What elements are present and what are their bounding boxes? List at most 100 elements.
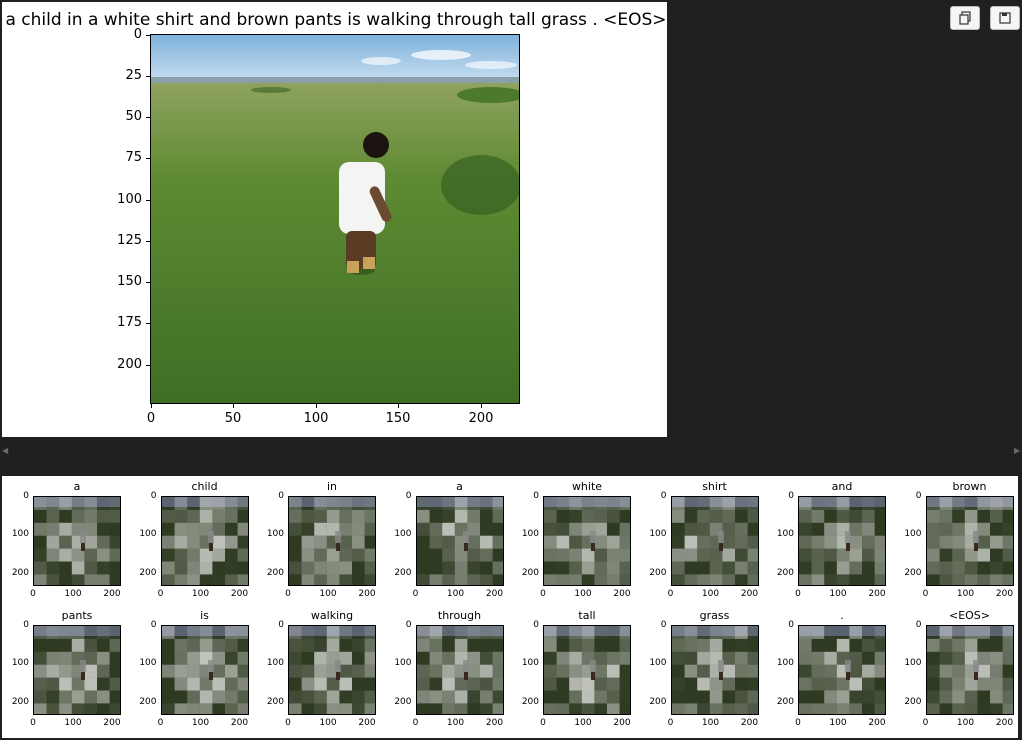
x-tick-label: 0 [157, 718, 164, 728]
x-tick-label: 150 [385, 411, 411, 426]
attention-cell: pants 0 100 200 0 100 200 [2, 609, 129, 734]
attention-cell: and 0 100 200 0 100 200 [767, 480, 894, 605]
x-tick-label: 200 [358, 718, 376, 728]
attention-heatmap-image [544, 626, 630, 714]
y-tick-label: 0 [405, 620, 412, 630]
attention-heatmap-image [416, 626, 503, 714]
attention-map [33, 496, 121, 586]
attention-map [415, 496, 504, 586]
x-tick-label: 0 [30, 718, 36, 728]
y-tick-label: 200 [394, 697, 412, 707]
y-tick-label: 200 [776, 568, 794, 578]
scroll-left-icon[interactable]: ◀ [2, 446, 8, 455]
x-tick-label: 100 [319, 589, 337, 599]
attention-map [798, 496, 886, 586]
y-tick-label: 50 [125, 109, 142, 124]
attention-heatmap-image [671, 497, 758, 585]
y-tick-label: 100 [394, 658, 412, 668]
y-tick-label: 100 [521, 658, 539, 668]
attention-word-label: child [191, 480, 218, 493]
x-tick-label: 200 [995, 589, 1014, 599]
x-tick-label: 200 [103, 589, 121, 599]
x-tick-label: 100 [829, 718, 847, 728]
x-tick-label: 100 [303, 411, 329, 426]
attention-cell: . 0 100 200 0 100 200 [767, 609, 894, 734]
attention-cell: shirt 0 100 200 0 100 200 [640, 480, 767, 605]
attention-heatmap-image [34, 497, 120, 585]
x-tick-label: 0 [667, 589, 674, 599]
attention-word-label: white [571, 480, 603, 493]
x-tick-label: 0 [922, 589, 929, 599]
y-tick-label: 100 [139, 658, 157, 668]
attention-heatmap-image [544, 497, 630, 585]
y-tick-label: 200 [139, 568, 157, 578]
attention-cell: walking 0 100 200 0 100 200 [257, 609, 384, 734]
copy-button[interactable] [950, 6, 980, 30]
attention-map [798, 625, 886, 715]
attention-map [160, 496, 249, 586]
attention-cell: grass 0 100 200 0 100 200 [640, 609, 767, 734]
x-tick-label: 100 [956, 589, 975, 599]
y-tick-label: 100 [139, 529, 157, 539]
x-tick-label: 100 [191, 589, 210, 599]
y-tick-label: 0 [533, 491, 539, 501]
attention-heatmap-image [926, 626, 1013, 714]
scroll-right-icon[interactable]: ▶ [1014, 446, 1020, 455]
y-tick-label: 25 [125, 68, 142, 83]
x-tick-label: 0 [285, 718, 291, 728]
x-tick-label: 200 [613, 589, 631, 599]
y-tick-label: 125 [117, 233, 142, 248]
x-tick-label: 0 [922, 718, 929, 728]
x-tick-label: 0 [540, 718, 546, 728]
x-tick-label: 0 [30, 589, 36, 599]
attention-map [33, 625, 121, 715]
attention-map [925, 496, 1014, 586]
attention-word-label: brown [952, 480, 987, 493]
attention-word-label: and [831, 480, 853, 493]
y-tick-label: 200 [117, 357, 142, 372]
x-tick-label: 200 [740, 718, 759, 728]
y-tick-label: 0 [660, 620, 667, 630]
x-tick-label: 0 [146, 411, 156, 426]
y-tick-label: 0 [23, 620, 29, 630]
y-tick-label: 0 [278, 620, 284, 630]
y-tick-label: 100 [11, 658, 29, 668]
attention-cell: a 0 100 200 0 100 200 [385, 480, 512, 605]
y-tick-label: 200 [266, 697, 284, 707]
attention-heatmap-image [671, 626, 758, 714]
x-tick-label: 200 [230, 718, 249, 728]
y-tick-label: 75 [125, 150, 142, 165]
attention-word-label: in [326, 480, 338, 493]
y-tick-label: 100 [904, 658, 922, 668]
save-button[interactable] [990, 6, 1020, 30]
y-tick-label: 150 [117, 274, 142, 289]
y-tick-label: 0 [278, 491, 284, 501]
attention-heatmap-image [926, 497, 1013, 585]
y-tick-label: 200 [266, 568, 284, 578]
x-tick-label: 200 [103, 718, 121, 728]
y-tick-label: 200 [11, 697, 29, 707]
attention-word-label: . [840, 609, 844, 622]
y-tick-label: 175 [117, 315, 142, 330]
y-tick-label: 0 [150, 491, 157, 501]
attention-map [543, 625, 631, 715]
x-tick-label: 200 [358, 589, 376, 599]
y-tick-label: 200 [394, 568, 412, 578]
attention-heatmap-image [161, 497, 248, 585]
attention-word-label: <EOS> [948, 609, 991, 622]
attention-heatmap-image [799, 626, 885, 714]
attention-word-label: through [437, 609, 482, 622]
x-tick-label: 100 [64, 589, 82, 599]
main-figure-panel: a child in a white shirt and brown pants… [2, 2, 667, 437]
attention-map [415, 625, 504, 715]
x-tick-label: 0 [795, 718, 801, 728]
y-tick-label: 0 [660, 491, 667, 501]
attention-map [288, 625, 376, 715]
attention-cell: white 0 100 200 0 100 200 [512, 480, 639, 605]
y-tick-label: 100 [394, 529, 412, 539]
y-tick-label: 100 [776, 529, 794, 539]
attention-word-label: grass [699, 609, 730, 622]
attention-cell: brown 0 100 200 0 100 200 [895, 480, 1022, 605]
x-tick-label: 50 [224, 411, 242, 426]
y-tick-label: 200 [521, 568, 539, 578]
